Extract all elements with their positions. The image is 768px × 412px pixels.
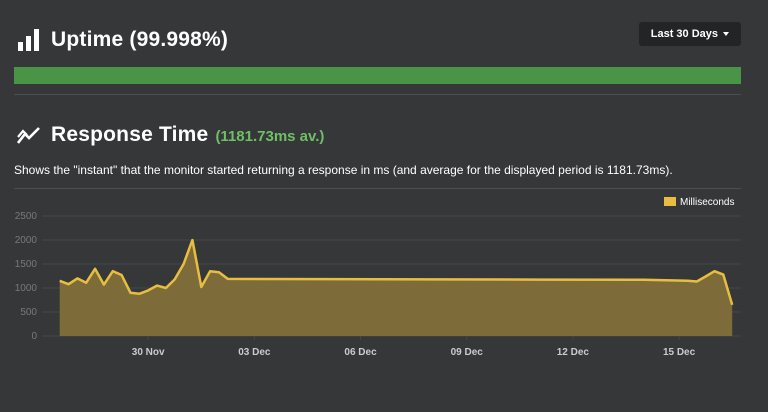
trend-line-icon bbox=[17, 127, 40, 144]
response-average: (1181.73ms av.) bbox=[215, 128, 325, 145]
x-tick-label: 30 Nov bbox=[132, 347, 165, 358]
y-tick-label: 500 bbox=[20, 307, 37, 318]
response-time-title: Response Time bbox=[51, 123, 209, 146]
y-tick-label: 1000 bbox=[15, 283, 38, 294]
x-tick-label: 03 Dec bbox=[238, 347, 271, 358]
response-time-chart: 0 500 1000 1500 2000 2500 30 Nov 03 Dec 06 Dec 09… bbox=[15, 197, 741, 358]
caret-down-icon bbox=[723, 32, 729, 36]
uptime-header: Uptime (99.998%) bbox=[18, 22, 228, 58]
date-range-label: Last 30 Days bbox=[650, 28, 718, 40]
x-tick-label: 09 Dec bbox=[451, 347, 484, 358]
response-area bbox=[59, 240, 733, 336]
uptime-bar bbox=[14, 67, 741, 84]
bar-chart-icon bbox=[18, 29, 40, 51]
response-description: Shows the "instant" that the monitor sta… bbox=[14, 163, 673, 177]
uptime-title: Uptime (99.998%) bbox=[51, 28, 229, 51]
legend-swatch bbox=[664, 197, 676, 206]
x-tick-label: 12 Dec bbox=[557, 347, 590, 358]
legend-label: Milliseconds bbox=[680, 197, 734, 208]
response-time-header: Response Time (1181.73ms av.) bbox=[17, 120, 324, 150]
y-tick-label: 0 bbox=[31, 331, 37, 342]
x-tick-label: 06 Dec bbox=[344, 347, 377, 358]
date-range-dropdown[interactable]: Last 30 Days bbox=[638, 22, 741, 46]
chart-divider bbox=[14, 188, 741, 189]
x-tick-label: 15 Dec bbox=[663, 347, 696, 358]
section-divider bbox=[14, 94, 741, 95]
y-tick-label: 1500 bbox=[15, 259, 38, 270]
y-tick-label: 2000 bbox=[15, 235, 38, 246]
y-tick-label: 2500 bbox=[15, 211, 38, 222]
